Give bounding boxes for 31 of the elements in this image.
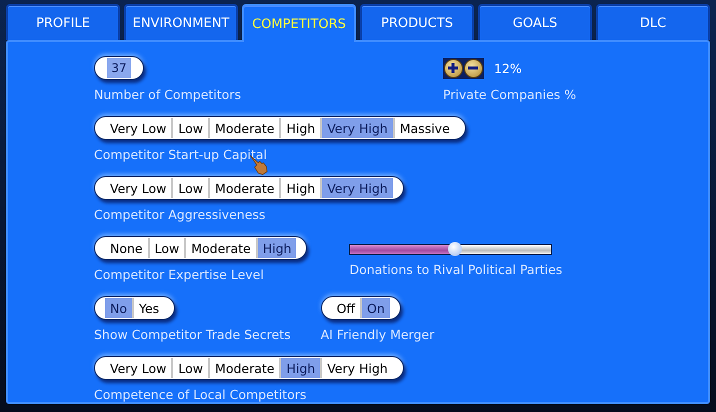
setting-label: Competitor Expertise Level xyxy=(94,267,264,282)
option-button[interactable]: On xyxy=(360,298,390,318)
option-button[interactable]: Very High xyxy=(320,358,393,378)
slider-track[interactable] xyxy=(349,244,552,255)
plus-icon xyxy=(447,62,460,74)
setting-label: Private Companies % xyxy=(442,87,576,102)
tab[interactable]: DLC xyxy=(596,4,710,40)
tab[interactable]: GOALS xyxy=(478,4,592,40)
tab[interactable]: PROFILE xyxy=(6,4,120,40)
setting-label: Competence of Local Competitors xyxy=(94,387,306,402)
tab[interactable]: COMPETITORS xyxy=(242,4,356,42)
slider-thumb[interactable] xyxy=(448,242,462,256)
number-field[interactable]: 37 xyxy=(94,56,144,80)
option-button[interactable]: High xyxy=(279,358,320,378)
option-button[interactable]: Yes xyxy=(132,298,164,318)
setting-label: Number of Competitors xyxy=(94,87,241,102)
option-button[interactable]: Very High xyxy=(320,178,393,198)
option-button[interactable]: No xyxy=(105,298,132,318)
tab[interactable]: PRODUCTS xyxy=(360,4,474,40)
option-button[interactable]: High xyxy=(256,238,296,258)
setting-label: Competitor Start-up Capital xyxy=(94,147,267,162)
increase-button[interactable] xyxy=(444,58,463,78)
percentage-value: 12% xyxy=(494,60,522,76)
setting-label: Donations to Rival Political Parties xyxy=(349,262,562,277)
tab[interactable]: ENVIRONMENT xyxy=(124,4,238,40)
setting-label: Show Competitor Trade Secrets xyxy=(94,327,291,342)
option-button[interactable]: Massive xyxy=(392,118,455,138)
option-button[interactable]: Very High xyxy=(320,118,393,138)
setting-label: Competitor Aggressiveness xyxy=(94,207,266,222)
decrease-button[interactable] xyxy=(464,58,483,78)
setting-label: AI Friendly Merger xyxy=(320,327,434,342)
